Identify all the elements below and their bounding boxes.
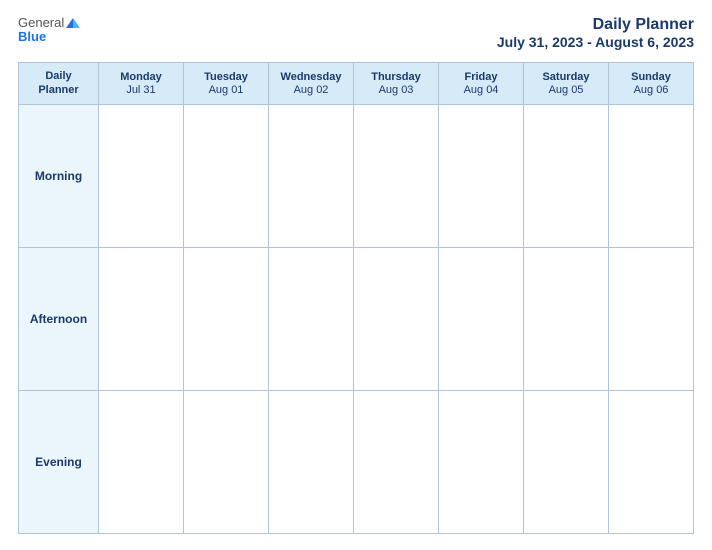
cell-morning-wednesday[interactable] [269, 104, 354, 247]
cell-evening-wednesday[interactable] [269, 390, 354, 533]
col-header-thursday: Thursday Aug 03 [354, 63, 439, 105]
col-header-planner: Daily Planner [19, 63, 99, 105]
cell-evening-tuesday[interactable] [184, 390, 269, 533]
row-evening: Evening [19, 390, 694, 533]
col-header-friday: Friday Aug 04 [439, 63, 524, 105]
cell-evening-friday[interactable] [439, 390, 524, 533]
cell-afternoon-monday[interactable] [99, 247, 184, 390]
cell-afternoon-wednesday[interactable] [269, 247, 354, 390]
cell-morning-monday[interactable] [99, 104, 184, 247]
logo-general: General [18, 16, 64, 29]
row-morning: Morning [19, 104, 694, 247]
bird-icon [66, 18, 80, 28]
cell-evening-monday[interactable] [99, 390, 184, 533]
row-afternoon: Afternoon [19, 247, 694, 390]
page-header: General Blue Daily Planner July 31, 2023… [18, 16, 694, 50]
row-label-afternoon: Afternoon [19, 247, 99, 390]
date-range: July 31, 2023 - August 6, 2023 [497, 34, 694, 50]
row-label-morning: Morning [19, 104, 99, 247]
cell-evening-sunday[interactable] [609, 390, 694, 533]
title-area: Daily Planner July 31, 2023 - August 6, … [497, 16, 694, 50]
cell-afternoon-thursday[interactable] [354, 247, 439, 390]
cell-afternoon-tuesday[interactable] [184, 247, 269, 390]
col-header-monday: Monday Jul 31 [99, 63, 184, 105]
cell-afternoon-sunday[interactable] [609, 247, 694, 390]
cell-afternoon-friday[interactable] [439, 247, 524, 390]
page-title: Daily Planner [497, 16, 694, 34]
cell-morning-friday[interactable] [439, 104, 524, 247]
cell-morning-tuesday[interactable] [184, 104, 269, 247]
logo-blue: Blue [18, 30, 46, 43]
cell-afternoon-saturday[interactable] [524, 247, 609, 390]
cell-evening-thursday[interactable] [354, 390, 439, 533]
cell-evening-saturday[interactable] [524, 390, 609, 533]
col-header-saturday: Saturday Aug 05 [524, 63, 609, 105]
row-label-evening: Evening [19, 390, 99, 533]
col-header-sunday: Sunday Aug 06 [609, 63, 694, 105]
logo-area: General Blue [18, 16, 80, 43]
cell-morning-sunday[interactable] [609, 104, 694, 247]
cell-morning-saturday[interactable] [524, 104, 609, 247]
planner-table: Daily Planner Monday Jul 31 Tuesday Aug … [18, 62, 694, 534]
col-header-wednesday: Wednesday Aug 02 [269, 63, 354, 105]
col-header-tuesday: Tuesday Aug 01 [184, 63, 269, 105]
cell-morning-thursday[interactable] [354, 104, 439, 247]
